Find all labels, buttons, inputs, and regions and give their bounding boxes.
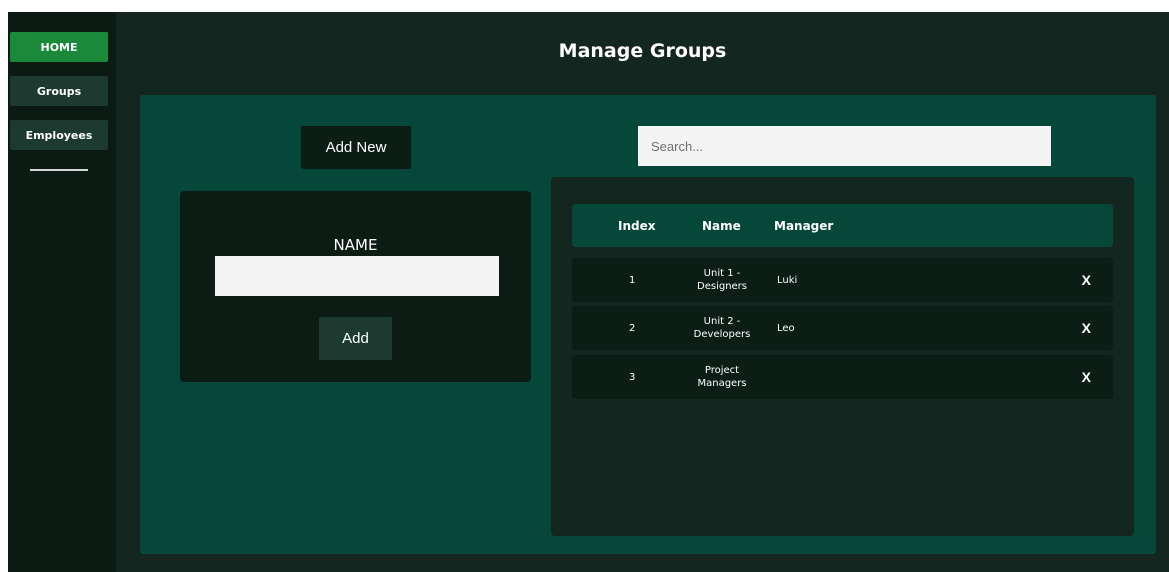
app-window: HOME Groups Employees Manage Groups Add … bbox=[8, 12, 1169, 572]
delete-row-button[interactable]: X bbox=[1082, 355, 1091, 399]
sidebar-divider bbox=[30, 169, 88, 171]
sidebar-item-employees[interactable]: Employees bbox=[10, 120, 108, 150]
sidebar-item-groups[interactable]: Groups bbox=[10, 76, 108, 106]
column-header-index: Index bbox=[618, 218, 656, 233]
table-row: 1 Unit 1 - Designers Luki X bbox=[572, 258, 1113, 302]
row-index: 3 bbox=[629, 371, 636, 383]
sidebar-item-home[interactable]: HOME bbox=[10, 32, 108, 62]
add-button[interactable]: Add bbox=[319, 317, 392, 360]
row-name: Unit 2 - Developers bbox=[693, 316, 751, 340]
name-field[interactable] bbox=[215, 256, 499, 296]
groups-table: Index Name Manager 1 Unit 1 - Designers … bbox=[551, 177, 1134, 536]
delete-row-button[interactable]: X bbox=[1082, 306, 1091, 350]
table-header: Index Name Manager bbox=[572, 204, 1113, 247]
name-label: NAME bbox=[333, 236, 378, 254]
table-row: 3 Project Managers X bbox=[572, 355, 1113, 399]
add-new-button[interactable]: Add New bbox=[301, 126, 411, 169]
row-manager: Luki bbox=[777, 274, 798, 286]
sidebar: HOME Groups Employees bbox=[8, 12, 116, 572]
row-index: 2 bbox=[629, 322, 636, 334]
search-input[interactable] bbox=[638, 126, 1051, 166]
row-index: 1 bbox=[629, 274, 636, 286]
main-panel: Add New NAME Add Index Name Manager 1 Un… bbox=[140, 95, 1156, 554]
row-manager bbox=[777, 355, 857, 399]
column-header-manager: Manager bbox=[774, 218, 834, 233]
delete-row-button[interactable]: X bbox=[1082, 258, 1091, 302]
column-header-name: Name bbox=[702, 218, 741, 233]
page-title: Manage Groups bbox=[558, 40, 727, 62]
table-row: 2 Unit 2 - Developers Leo X bbox=[572, 306, 1113, 350]
add-group-form: NAME Add bbox=[180, 191, 531, 382]
row-name: Project Managers bbox=[697, 365, 747, 389]
row-manager: Leo bbox=[777, 322, 795, 334]
row-name: Unit 1 - Designers bbox=[697, 268, 747, 292]
